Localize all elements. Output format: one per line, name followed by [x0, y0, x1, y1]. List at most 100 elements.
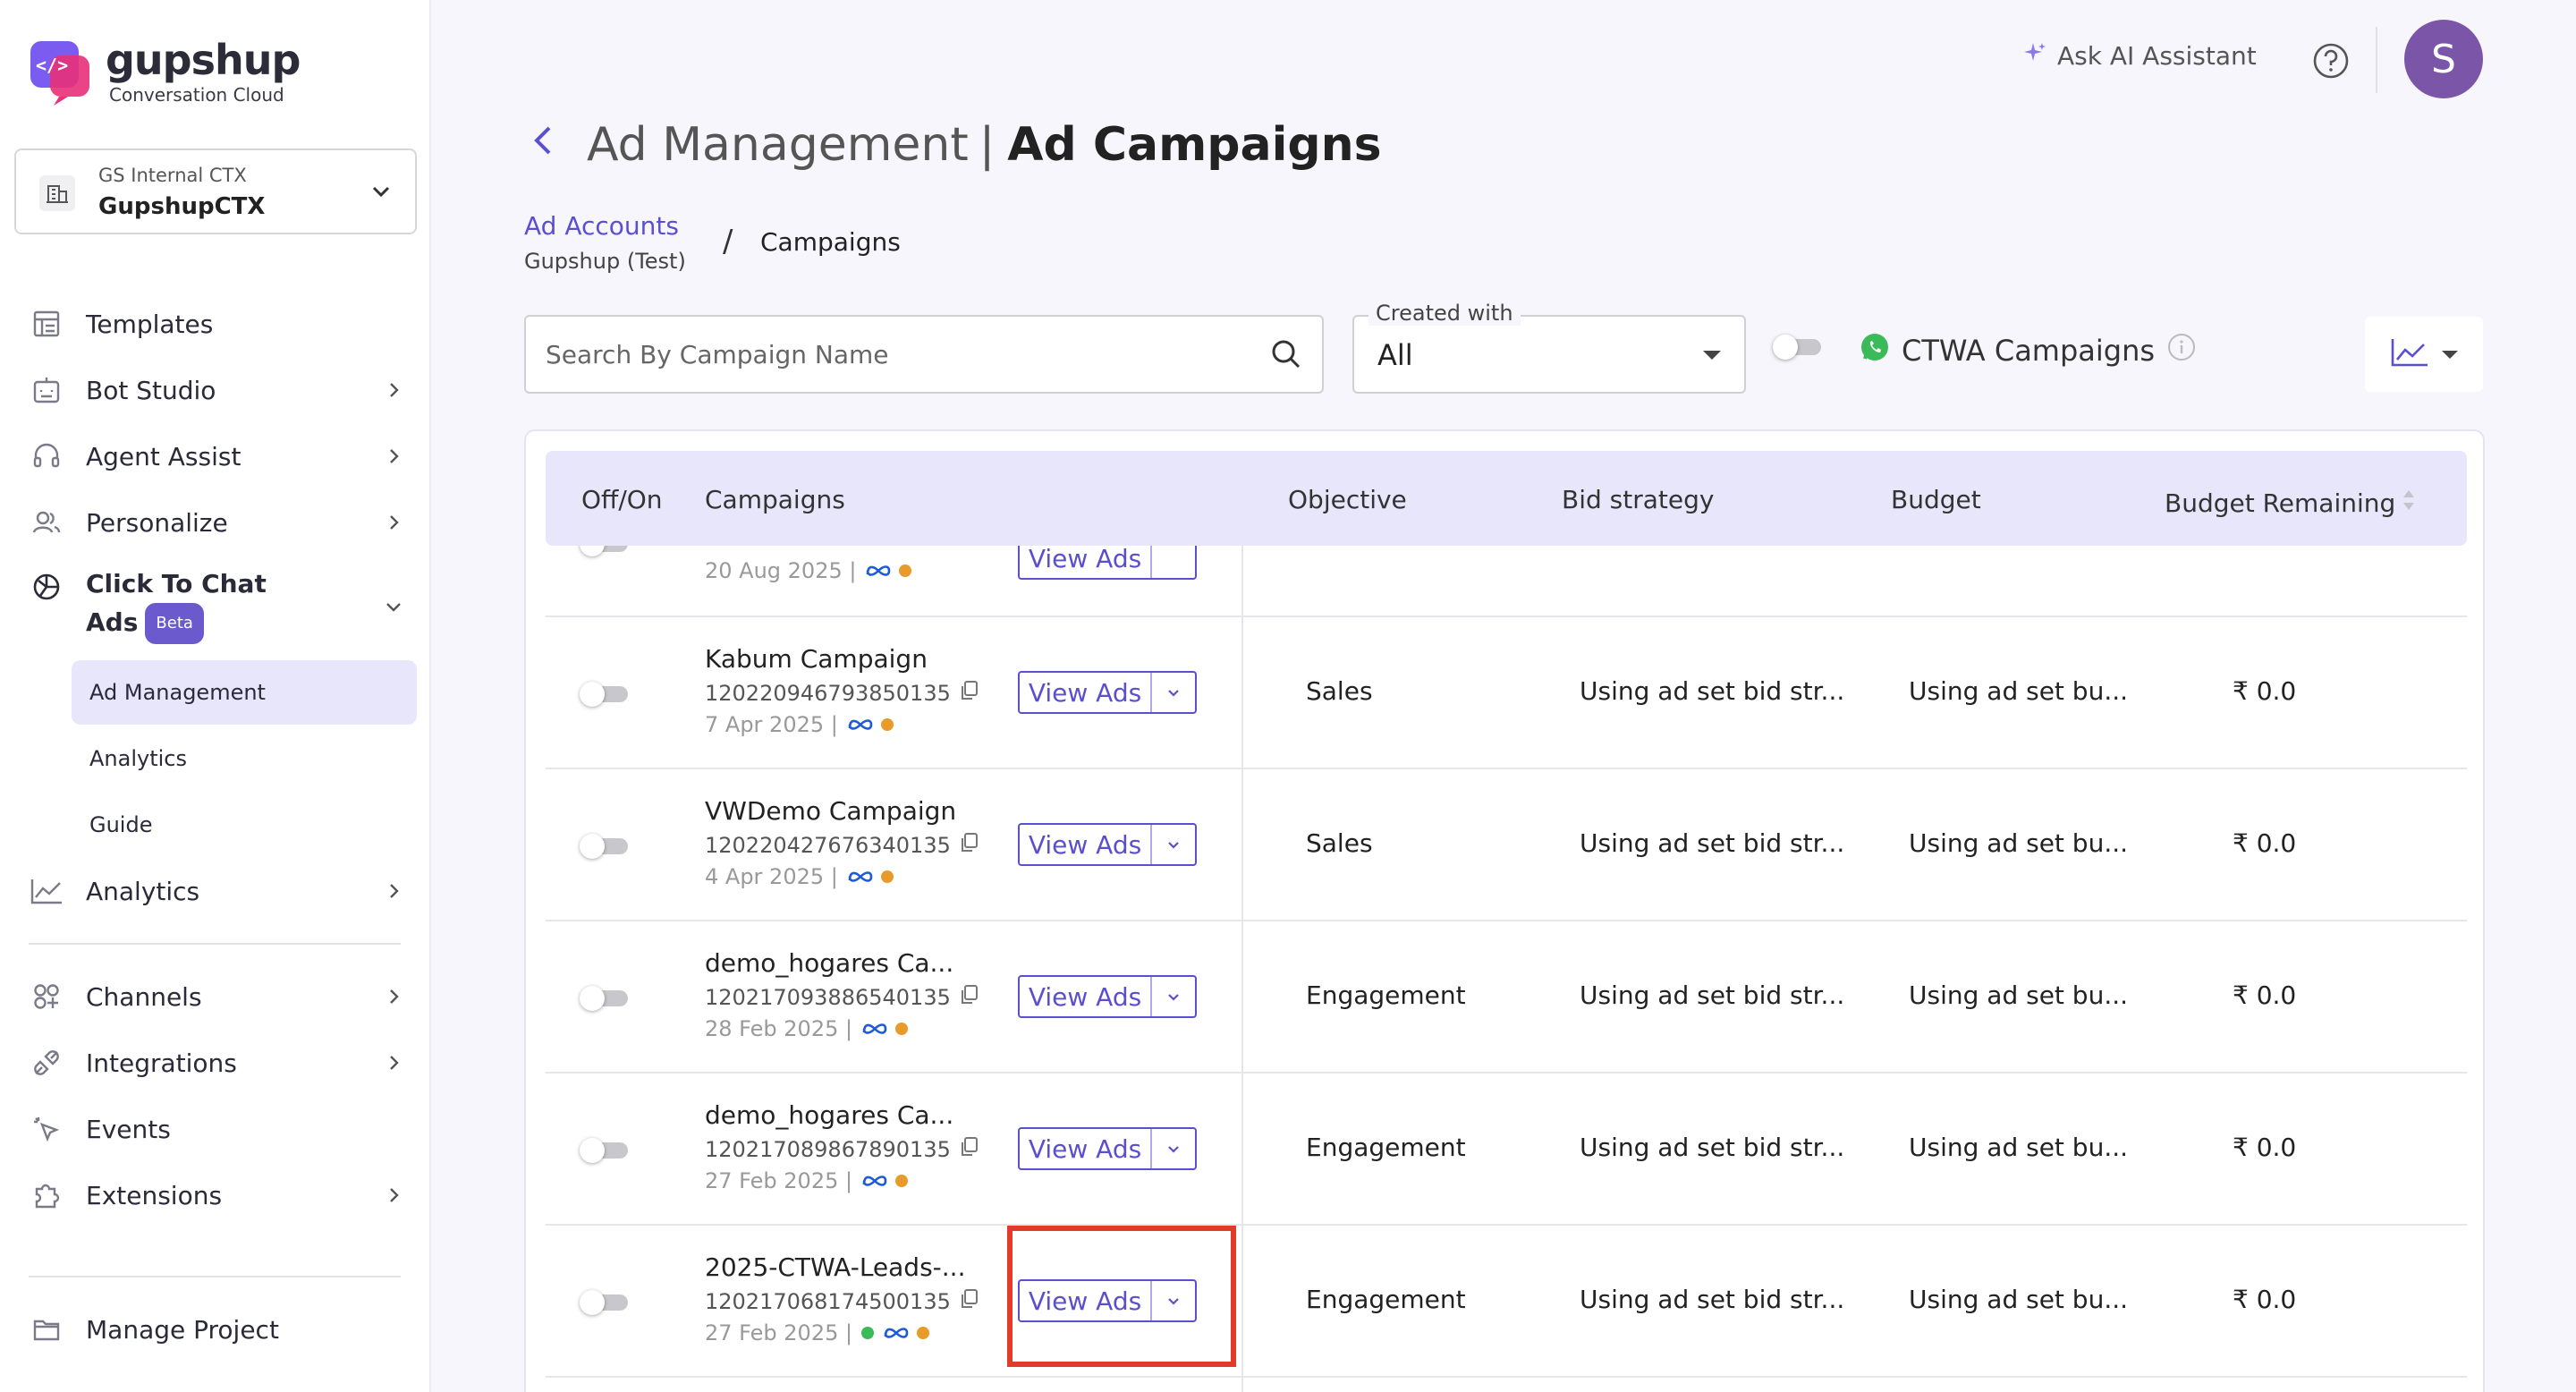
campaign-id-text: 120217089867890135: [705, 1137, 951, 1162]
subnav-ad-management[interactable]: Ad Management: [72, 660, 417, 725]
campaign-toggle[interactable]: [580, 1290, 630, 1315]
sort-icon[interactable]: [2401, 485, 2417, 522]
copy-icon[interactable]: [960, 984, 979, 1011]
avatar[interactable]: S: [2404, 20, 2483, 98]
brand-name: gupshup: [106, 36, 301, 84]
sidebar-item-label: Channels: [86, 981, 202, 1012]
view-ads-button[interactable]: View Ads: [1018, 823, 1197, 866]
col-header-budget: Budget: [1891, 485, 1981, 514]
line-chart-icon: [29, 873, 64, 909]
info-icon[interactable]: [2167, 333, 2196, 369]
campaign-id-text: 120220946793850135: [705, 681, 951, 706]
title-separator: |: [979, 118, 996, 172]
search-icon[interactable]: [1268, 336, 1304, 376]
meta-icon: [865, 558, 892, 583]
ctwa-toggle[interactable]: [1773, 335, 1823, 360]
col-header-budget-remaining[interactable]: Budget Remaining: [2165, 485, 2417, 522]
campaign-toggle[interactable]: [580, 834, 630, 859]
brand-logo[interactable]: </> gupshup Conversation Cloud: [27, 36, 301, 106]
help-icon[interactable]: [2311, 41, 2351, 84]
back-arrow-icon[interactable]: [530, 118, 556, 172]
pie-chart-icon: [29, 569, 64, 605]
brand-tagline: Conversation Cloud: [109, 84, 284, 106]
view-ads-button[interactable]: View Ads: [1018, 1127, 1197, 1170]
chevron-down-icon[interactable]: [1152, 1129, 1195, 1168]
campaign-toggle[interactable]: [580, 986, 630, 1011]
workspace-org: GS Internal CTX: [98, 165, 247, 186]
status-dot: [880, 718, 894, 731]
search-input[interactable]: [546, 336, 1243, 372]
subnav-analytics[interactable]: Analytics: [72, 726, 417, 791]
caret-down-icon: [1703, 351, 1721, 360]
subnav-guide[interactable]: Guide: [72, 793, 417, 857]
copy-icon[interactable]: [960, 680, 979, 707]
breadcrumb-ad-accounts[interactable]: Ad Accounts: [524, 211, 679, 241]
sidebar-item-bot-studio[interactable]: Bot Studio: [29, 367, 404, 413]
created-with-label: Created with: [1368, 301, 1521, 326]
view-ads-button[interactable]: View Ads: [1018, 1279, 1197, 1322]
campaign-date-text: 7 Apr 2025 |: [705, 712, 838, 737]
view-ads-label: View Ads: [1020, 977, 1152, 1016]
page-title: Ad Management | Ad Campaigns: [530, 118, 1382, 172]
sidebar-item-label: Agent Assist: [86, 441, 242, 471]
sidebar-item-integrations[interactable]: Integrations: [29, 1040, 404, 1086]
sidebar-item-agent-assist[interactable]: Agent Assist: [29, 433, 404, 480]
campaign-id: 120217068174500135: [705, 1288, 979, 1315]
campaign-name: Kabum Campaign: [705, 644, 928, 674]
created-with-select[interactable]: Created with All: [1352, 301, 1746, 394]
view-ads-button[interactable]: View Ads: [1018, 671, 1197, 714]
campaign-toggle[interactable]: [580, 682, 630, 707]
chevron-down-icon[interactable]: [1152, 673, 1195, 712]
view-ads-button[interactable]: View Ads: [1018, 975, 1197, 1018]
sidebar-item-events[interactable]: Events: [29, 1106, 404, 1152]
copy-icon[interactable]: [960, 832, 979, 859]
campaign-date: 27 Feb 2025 |: [705, 1320, 930, 1345]
sidebar-item-templates[interactable]: Templates: [29, 301, 404, 347]
meta-icon: [847, 712, 874, 737]
chevron-right-icon: [383, 446, 404, 471]
table-row: Kabum Campaign 120220946793850135 7 Apr 20…: [546, 617, 2467, 769]
sidebar-item-extensions[interactable]: Extensions: [29, 1172, 404, 1218]
copy-icon[interactable]: [960, 1136, 979, 1163]
copy-icon[interactable]: [960, 1288, 979, 1315]
view-ads-label: View Ads: [1020, 673, 1152, 712]
sidebar-item-personalize[interactable]: Personalize: [29, 499, 404, 546]
chevron-right-icon: [383, 512, 404, 537]
chevron-right-icon: [383, 986, 404, 1011]
beta-badge: Beta: [145, 603, 204, 644]
sidebar-item-label: Bot Studio: [86, 375, 216, 405]
sidebar-item-label: Ads: [86, 607, 139, 637]
chevron-down-icon[interactable]: [1152, 825, 1195, 864]
chevron-right-icon: [383, 1184, 404, 1210]
sidebar-item-label: Integrations: [86, 1048, 237, 1078]
sidebar-item-click-to-chat-ads[interactable]: Click To Chat Ads Beta: [29, 569, 404, 644]
meta-icon: [847, 864, 874, 889]
sidebar-item-label: Analytics: [86, 876, 200, 906]
meta-icon: [861, 1168, 888, 1193]
whatsapp-icon: [861, 1327, 875, 1339]
workspace-selector[interactable]: GS Internal CTX GupshupCTX: [14, 149, 417, 234]
campaign-objective: Sales: [1306, 676, 1373, 706]
chevron-down-icon[interactable]: [1152, 977, 1195, 1016]
table-row: 2025-CTWA-Leads-... 120217068174500135 27 …: [546, 1226, 2467, 1378]
col-header-campaigns: Campaigns: [705, 485, 845, 514]
campaign-toggle[interactable]: [580, 1138, 630, 1163]
campaign-name: VWDemo Campaign: [705, 796, 957, 826]
chevron-down-icon[interactable]: [1152, 1281, 1195, 1320]
campaign-budget-remaining: ₹ 0.0: [2233, 676, 2297, 706]
sidebar-item-label: Templates: [86, 309, 214, 339]
ask-ai-button[interactable]: Ask AI Assistant: [2021, 39, 2257, 72]
sidebar-divider: [29, 943, 401, 945]
chart-view-dropdown[interactable]: [2365, 317, 2483, 392]
sidebar-item-channels[interactable]: Channels: [29, 973, 404, 1020]
campaign-budget-remaining: ₹ 0.0: [2233, 1133, 2297, 1162]
col-header-off-on: Off/On: [581, 485, 663, 514]
workspace-name: GupshupCTX: [98, 193, 266, 220]
ctwa-campaigns-filter: CTWA Campaigns: [1859, 331, 2196, 370]
sidebar-item-analytics[interactable]: Analytics: [29, 868, 404, 914]
sidebar: </> gupshup Conversation Cloud GS Intern…: [0, 0, 431, 1392]
campaign-budget: Using ad set bu...: [1909, 1133, 2129, 1162]
campaign-budget-remaining: ₹ 0.0: [2233, 828, 2297, 858]
sidebar-item-manage-project[interactable]: Manage Project: [29, 1306, 404, 1353]
status-dot: [895, 1023, 909, 1035]
